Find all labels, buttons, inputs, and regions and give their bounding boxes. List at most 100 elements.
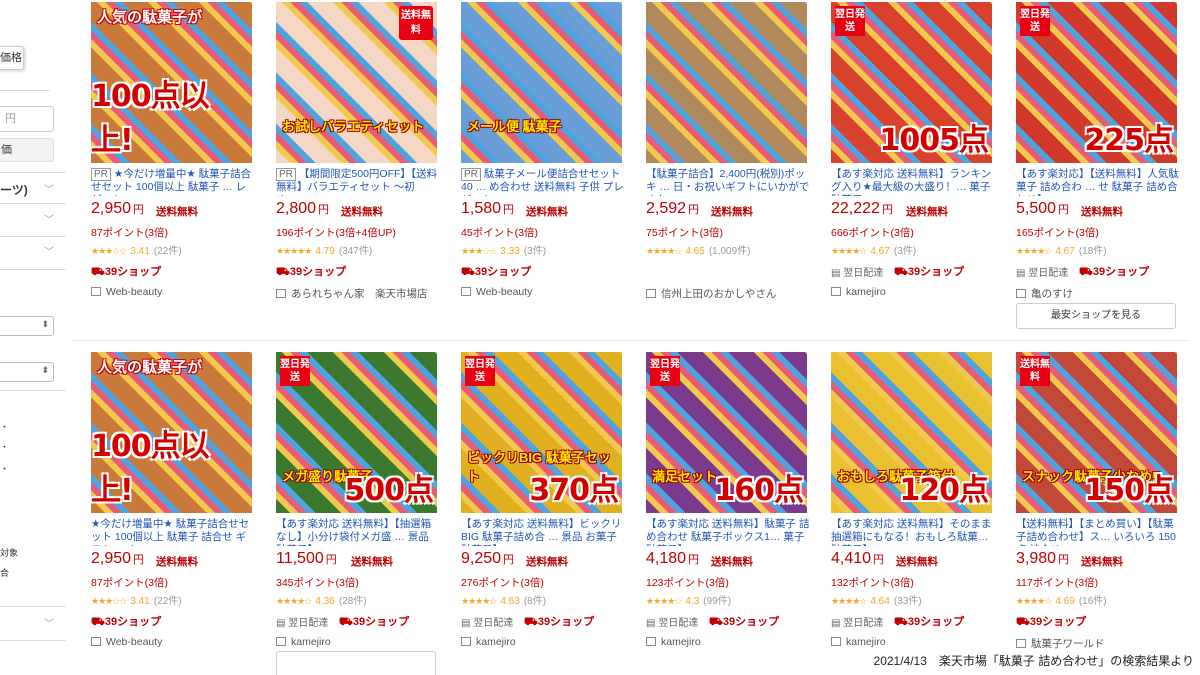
product-image[interactable]: 人気の駄菓子が 100点以上! (91, 2, 252, 163)
shop-name-text[interactable]: kamejiro (846, 286, 886, 298)
product-title-text[interactable]: 【あす楽対応】【送料無料】人気駄菓子 詰め合わ … せ 駄菓子 詰め合わせ】 (1016, 168, 1179, 196)
shop-name-link[interactable]: あられちゃん家 楽天市場店 (276, 286, 428, 301)
chevron-down-icon[interactable]: ﹀ (44, 620, 54, 630)
product-title-link[interactable]: 【駄菓子詰合】2,400円(税別)ポッキ … 日・お祝いギフトにいかがですか。 (646, 168, 810, 196)
shop-name-text[interactable]: 信州上田のおかしやさん (661, 288, 776, 300)
product-card[interactable]: メール便 駄菓子 PR 駄菓子メール便詰合せセット 40 … め合わせ 送料無料 子… (442, 0, 624, 320)
product-rating[interactable]: ★★★★☆ 4.36 (28件) (276, 592, 367, 607)
cheapest-shop-button-partial[interactable] (276, 651, 436, 675)
review-count[interactable]: (347件) (339, 246, 372, 257)
filter-option[interactable]: ・ (0, 420, 9, 433)
filter-option[interactable]: 合 (0, 566, 9, 579)
product-rating[interactable]: ★★★☆☆ 3.33 (3件) (461, 242, 546, 257)
product-title-link[interactable]: 【あす楽対応 送料無料】そのまま抽選箱にもなる！おもしろ駄菓… 駄菓子】 (831, 518, 995, 546)
product-title-link[interactable]: 【あす楽対応 送料無料】ランキング入り★最大級の大盛り！… 菓子 駄菓子 (831, 168, 995, 196)
product-image[interactable]: 人気の駄菓子が 100点以上! (91, 352, 252, 513)
chevron-down-icon[interactable]: ﹀ (44, 216, 54, 226)
product-card[interactable]: 225点 翌日発送【あす楽対応】【送料無料】人気駄菓子 詰め合わ … せ 駄菓子 … (997, 0, 1179, 329)
product-title-link[interactable]: 【あす楽対応 送料無料】ビックリBIG 駄菓子詰め合 … 景品 お菓子 駄菓子】 (461, 518, 625, 546)
shop-name-link[interactable]: 信州上田のおかしやさん (646, 286, 776, 301)
product-image[interactable]: おもしろ駄菓子箱付 120点 (831, 352, 992, 513)
product-title-text[interactable]: ★今だけ増量中★ 駄菓子詰合せセット 100個以上 駄菓子 詰合せ ギフト … … (91, 518, 249, 546)
shop-name-link[interactable]: kamejiro (831, 636, 886, 648)
product-card[interactable]: 1005点 翌日発送【あす楽対応 送料無料】ランキング入り★最大級の大盛り！… 菓… (812, 0, 992, 320)
shop-name-text[interactable]: Web-beauty (106, 636, 162, 648)
review-count[interactable]: (99件) (703, 596, 731, 607)
chevron-down-icon[interactable]: ﹀ (44, 186, 54, 196)
product-title-text[interactable]: 【あす楽対応 送料無料】ビックリBIG 駄菓子詰め合 … 景品 お菓子 駄菓子】 (461, 518, 621, 546)
product-card[interactable]: スナック駄菓子少なめ!! 150点 送料無料【送料無料】【まとめ買い】【駄菓子詰め合… (997, 350, 1177, 670)
product-title-text[interactable]: 【あす楽対応 送料無料】ランキング入り★最大級の大盛り！… 菓子 駄菓子 (831, 168, 991, 196)
product-rating[interactable]: ★★★★☆ 4.3 (99件) (646, 592, 731, 607)
product-title-link[interactable]: 【あす楽対応 送料無料】【抽選箱なし】小分け袋付メガ盛 … 景品 駄菓子】 (276, 518, 440, 546)
product-title-link[interactable]: PR【期間限定500円OFF】【送料無料】バラエティセット 〜初め〜… (276, 168, 440, 196)
product-card[interactable]: 人気の駄菓子が 100点以上! ★今だけ増量中★ 駄菓子詰合せセット 100個以上 … (72, 350, 252, 670)
review-count[interactable]: (22件) (154, 596, 182, 607)
product-title-link[interactable]: PR駄菓子メール便詰合せセット 40 … め合わせ 送料無料 子供 プレゼント (461, 168, 625, 196)
shop-name-text[interactable]: kamejiro (291, 636, 331, 648)
product-rating[interactable]: ★★★★☆ 4.64 (33件) (831, 592, 922, 607)
shop-name-link[interactable]: Web-beauty (91, 286, 162, 298)
chevron-down-icon[interactable]: ﹀ (44, 248, 54, 258)
product-title-link[interactable]: ★今だけ増量中★ 駄菓子詰合せセット 100個以上 駄菓子 詰合せ ギフト … … (91, 518, 255, 546)
product-title-text[interactable]: 駄菓子メール便詰合せセット 40 … め合わせ 送料無料 子供 プレゼント (461, 168, 624, 196)
product-image[interactable]: メガ盛り駄菓子 500点 翌日発送 (276, 352, 437, 513)
review-count[interactable]: (22件) (154, 246, 182, 257)
shop-name-text[interactable]: 駄菓子ワールド (1031, 638, 1105, 650)
product-image[interactable]: お試しバラエティセット 送料無料 (276, 2, 437, 163)
shop-name-text[interactable]: kamejiro (661, 636, 701, 648)
product-rating[interactable]: ★★★★☆ 4.69 (16件) (1016, 592, 1107, 607)
product-title-link[interactable]: 【あす楽対応 送料無料】駄菓子 詰め合わせ 駄菓子ボックス1… 菓子 駄菓子】 (646, 518, 810, 546)
product-image[interactable]: 1005点 翌日発送 (831, 2, 992, 163)
product-card[interactable]: ビックリBIG 駄菓子セット 370点 翌日発送【あす楽対応 送料無料】ビックリBI… (442, 350, 622, 670)
filter-select[interactable]: ⬍ (0, 316, 54, 336)
product-image[interactable]: 225点 翌日発送 (1016, 2, 1177, 163)
shop-name-link[interactable]: kamejiro (461, 636, 516, 648)
filter-option[interactable]: 対象 (0, 546, 18, 559)
product-card[interactable]: メガ盛り駄菓子 500点 翌日発送【あす楽対応 送料無料】【抽選箱なし】小分け袋付メ… (257, 350, 437, 670)
product-rating[interactable]: ★★★★☆ 4.67 (18件) (1016, 242, 1107, 257)
review-count[interactable]: (18件) (1079, 246, 1107, 257)
review-count[interactable]: (3件) (894, 246, 916, 257)
product-title-text[interactable]: 【あす楽対応 送料無料】そのまま抽選箱にもなる！おもしろ駄菓… 駄菓子】 (831, 518, 991, 546)
product-title-text[interactable]: ★今だけ増量中★ 駄菓子詰合せセット 100個以上 駄菓子 … レゲント (91, 168, 251, 196)
product-title-text[interactable]: 【駄菓子詰合】2,400円(税別)ポッキ … 日・お祝いギフトにいかがですか。 (646, 168, 809, 196)
product-image[interactable] (646, 2, 807, 163)
product-title-link[interactable]: 【あす楽対応】【送料無料】人気駄菓子 詰め合わ … せ 駄菓子 詰め合わせ】 (1016, 168, 1180, 196)
product-card[interactable]: おもしろ駄菓子箱付 120点【あす楽対応 送料無料】そのまま抽選箱にもなる！おもし… (812, 350, 992, 670)
product-title-text[interactable]: 【期間限定500円OFF】【送料無料】バラエティセット 〜初め〜… (276, 168, 437, 196)
product-image[interactable]: ビックリBIG 駄菓子セット 370点 翌日発送 (461, 352, 622, 513)
filter-select[interactable]: ⬍ (0, 362, 54, 382)
price-max-input[interactable]: 円 (0, 106, 54, 132)
shop-name-link[interactable]: Web-beauty (91, 636, 162, 648)
product-rating[interactable]: ★★★★☆ 4.67 (3件) (831, 242, 916, 257)
product-rating[interactable]: ★★★★☆ 4.65 (1,009件) (646, 242, 751, 257)
product-card[interactable]: 【駄菓子詰合】2,400円(税別)ポッキ … 日・お祝いギフトにいかがですか。 2… (627, 0, 809, 320)
shop-name-text[interactable]: あられちゃん家 楽天市場店 (291, 288, 428, 300)
shop-name-link[interactable]: kamejiro (276, 636, 331, 648)
product-title-link[interactable]: 【送料無料】【まとめ買い】【駄菓子詰め合わせ】ス… いろいろ 150点 詰合せ (1016, 518, 1180, 546)
shop-name-text[interactable]: Web-beauty (106, 286, 162, 298)
shop-name-link[interactable]: Web-beauty (461, 286, 532, 298)
price-apply-button[interactable]: 価 (0, 138, 54, 162)
product-title-link[interactable]: PR★今だけ増量中★ 駄菓子詰合せセット 100個以上 駄菓子 … レゲント (91, 168, 255, 196)
filter-option[interactable]: ・ (0, 440, 9, 453)
review-count[interactable]: (3件) (524, 246, 546, 257)
review-count[interactable]: (1,009件) (709, 246, 751, 257)
product-rating[interactable]: ★★★★☆ 4.63 (8件) (461, 592, 546, 607)
review-count[interactable]: (8件) (524, 596, 546, 607)
filter-option[interactable]: ・ (0, 462, 9, 475)
review-count[interactable]: (33件) (894, 596, 922, 607)
product-title-text[interactable]: 【あす楽対応 送料無料】【抽選箱なし】小分け袋付メガ盛 … 景品 駄菓子】 (276, 518, 431, 546)
product-rating[interactable]: ★★★★★ 4.79 (347件) (276, 242, 372, 257)
shop-name-text[interactable]: Web-beauty (476, 286, 532, 298)
product-image[interactable]: スナック駄菓子少なめ!! 150点 送料無料 (1016, 352, 1177, 513)
shop-name-link[interactable]: kamejiro (646, 636, 701, 648)
shop-name-text[interactable]: 亀のすけ (1031, 288, 1073, 300)
product-card[interactable]: お試しバラエティセット 送料無料 PR 【期間限定500円OFF】【送料無料】バラエテ… (257, 0, 437, 320)
shop-name-link[interactable]: 駄菓子ワールド (1016, 636, 1105, 651)
product-rating[interactable]: ★★★☆☆ 3.41 (22件) (91, 242, 182, 257)
product-image[interactable]: 満足セット 160点 翌日発送 (646, 352, 807, 513)
product-image[interactable]: メール便 駄菓子 (461, 2, 622, 163)
review-count[interactable]: (28件) (339, 596, 367, 607)
